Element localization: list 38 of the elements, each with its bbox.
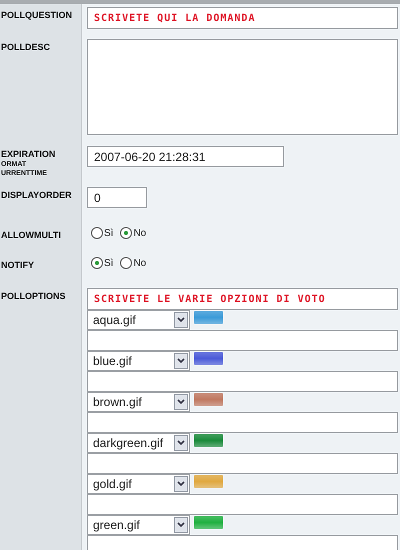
image-select[interactable]: aqua.gif <box>87 310 190 330</box>
radio-button[interactable] <box>120 227 132 239</box>
image-select[interactable]: brown.gif <box>87 392 190 412</box>
select-value: green.gif <box>93 518 140 532</box>
option-field[interactable] <box>87 494 398 515</box>
select-value: brown.gif <box>93 395 142 409</box>
radio-label: Sì <box>104 258 114 268</box>
select-value: blue.gif <box>93 354 132 368</box>
radio-label: No <box>133 258 146 268</box>
radio-button[interactable] <box>91 257 103 269</box>
field-label: NOTIFY <box>1 260 35 271</box>
radio-label: Sì <box>104 228 114 238</box>
field-label: POLLDESC <box>1 42 52 53</box>
option-field[interactable] <box>87 535 398 550</box>
select-value: aqua.gif <box>93 313 136 327</box>
option-field[interactable] <box>87 453 398 474</box>
field-label: POLLOPTIONS <box>1 291 67 302</box>
option-field[interactable] <box>87 330 398 351</box>
field-label: POLLQUESTION <box>1 10 74 21</box>
radio-label: No <box>133 228 146 238</box>
radio-button[interactable] <box>91 227 103 239</box>
date-field[interactable]: 2007-06-20 21:28:31 <box>87 146 284 167</box>
option-field[interactable] <box>87 371 398 392</box>
field-label: DISPLAYORDER <box>1 190 73 201</box>
select-value: gold.gif <box>93 477 132 491</box>
image-select[interactable]: darkgreen.gif <box>87 433 190 453</box>
description-field[interactable] <box>87 39 398 135</box>
image-select[interactable]: gold.gif <box>87 474 190 494</box>
radio-button[interactable] <box>120 257 132 269</box>
image-select[interactable]: blue.gif <box>87 351 190 371</box>
field-label: ALLOWMULTI <box>1 230 62 241</box>
order-field[interactable]: 0 <box>87 187 147 208</box>
option-field[interactable] <box>87 412 398 433</box>
image-select[interactable]: green.gif <box>87 515 190 535</box>
field-label: EXPIRATION <box>1 149 56 160</box>
text-field[interactable]: SCRIVETE QUI LA DOMANDA <box>87 7 398 29</box>
text-field[interactable]: SCRIVETE LE VARIE OPZIONI DI VOTO <box>87 288 398 310</box>
select-value: darkgreen.gif <box>93 436 164 450</box>
